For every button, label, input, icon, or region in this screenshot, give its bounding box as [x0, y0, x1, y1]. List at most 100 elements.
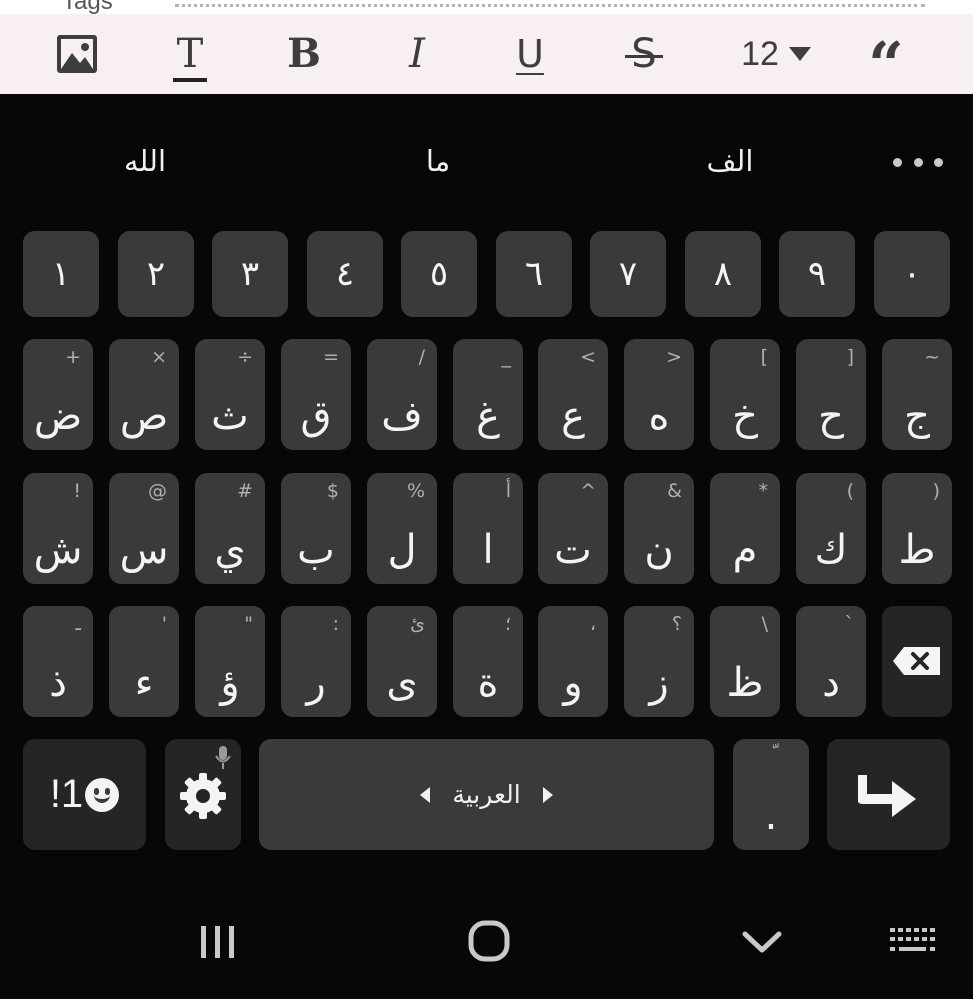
settings-key[interactable] — [165, 739, 241, 850]
key-hint: أ — [505, 480, 511, 502]
letter-key[interactable]: ] ح — [796, 339, 866, 450]
letter-key[interactable]: = ق — [281, 339, 351, 450]
key-label: س — [119, 527, 169, 573]
key-hint: " — [244, 613, 253, 635]
letter-key[interactable]: < ع — [538, 339, 608, 450]
image-icon — [57, 35, 97, 73]
letter-key[interactable]: ` د — [796, 606, 866, 717]
key-hint: ' — [161, 613, 167, 635]
mic-icon — [215, 746, 231, 769]
quote-icon: “ — [868, 28, 904, 101]
number-key[interactable]: ٦ — [496, 231, 572, 317]
letter-key[interactable]: > ه — [624, 339, 694, 450]
enter-icon — [858, 775, 916, 817]
period-key[interactable]: ّ . — [733, 739, 809, 850]
letter-key[interactable]: (ك — [796, 473, 866, 584]
letter-key[interactable]: @ س — [109, 473, 179, 584]
letter-key[interactable]: :ر — [281, 606, 351, 717]
letter-key[interactable]: × ص — [109, 339, 179, 450]
letter-key[interactable]: ~ ج — [882, 339, 952, 450]
nav-recents-button[interactable] — [193, 920, 243, 964]
key-hint: [ — [760, 346, 768, 368]
letter-key[interactable]: _ غ — [453, 339, 523, 450]
suggestion-1[interactable]: الله — [45, 136, 245, 186]
bold-icon: B — [287, 30, 321, 77]
suggestion-3[interactable]: الف — [630, 136, 830, 186]
letter-key[interactable]: ! ش — [23, 473, 93, 584]
recents-icon — [201, 926, 234, 958]
letter-key[interactable]: / ف — [367, 339, 437, 450]
gear-icon — [180, 773, 226, 819]
key-label: ٥ — [429, 254, 449, 294]
strikethrough-button[interactable]: S — [612, 28, 676, 80]
letter-key[interactable]: \ ظ — [710, 606, 780, 717]
number-key[interactable]: ٠ — [874, 231, 950, 317]
letter-key[interactable]: + ض — [23, 339, 93, 450]
letter-key[interactable]: ـذ — [23, 606, 93, 717]
bold-button[interactable]: B — [272, 28, 336, 80]
tags-field[interactable]: Tags — [0, 0, 973, 14]
quote-button[interactable]: “ — [854, 28, 918, 96]
key-hint: _ — [501, 346, 512, 368]
insert-image-button[interactable] — [45, 28, 109, 80]
key-label: ث — [211, 393, 249, 439]
letter-key[interactable]: % ل — [367, 473, 437, 584]
italic-icon: I — [409, 31, 425, 77]
letter-key[interactable]: ؟ ز — [624, 606, 694, 717]
key-label: ص — [119, 393, 169, 439]
caret-right-icon — [542, 786, 553, 803]
number-key[interactable]: ٥ — [401, 231, 477, 317]
text-style-button[interactable]: T — [158, 28, 222, 82]
space-bar[interactable]: العربية — [259, 739, 714, 850]
key-label: ب — [297, 527, 335, 573]
letter-key[interactable]: ئى — [367, 606, 437, 717]
number-key[interactable]: ٢ — [118, 231, 194, 317]
number-key[interactable]: ٤ — [307, 231, 383, 317]
key-label: ٣ — [240, 254, 260, 294]
suggestion-2[interactable]: ما — [338, 136, 538, 186]
letter-key[interactable]: $ ب — [281, 473, 351, 584]
letter-key[interactable]: أا — [453, 473, 523, 584]
key-hint: & — [667, 480, 682, 502]
enter-key[interactable] — [827, 739, 950, 850]
strikethrough-icon: S — [625, 31, 664, 77]
key-label: ت — [554, 527, 592, 573]
letter-key[interactable]: * م — [710, 473, 780, 584]
key-hint: ÷ — [237, 346, 253, 368]
number-key[interactable]: ٧ — [590, 231, 666, 317]
period-key-label: . — [764, 793, 778, 839]
number-key[interactable]: ١ — [23, 231, 99, 317]
letter-key[interactable]: " ؤ — [195, 606, 265, 717]
number-key[interactable]: ٨ — [685, 231, 761, 317]
key-label: ل — [387, 527, 417, 573]
number-key[interactable]: ٣ — [212, 231, 288, 317]
key-label: ا — [482, 527, 494, 573]
letter-key[interactable]: ) ط — [882, 473, 952, 584]
home-icon — [468, 920, 510, 962]
font-size-value: 12 — [741, 34, 779, 73]
key-label: ؤ — [220, 660, 240, 706]
letter-key[interactable]: & ن — [624, 473, 694, 584]
letter-key[interactable]: ، و — [538, 606, 608, 717]
letter-key[interactable]: ؛ ة — [453, 606, 523, 717]
key-label: ٤ — [335, 254, 355, 294]
letter-key[interactable]: # ي — [195, 473, 265, 584]
backspace-key[interactable] — [882, 606, 952, 717]
letter-key[interactable]: ÷ ث — [195, 339, 265, 450]
more-icon[interactable] — [893, 145, 943, 179]
letter-key[interactable]: [خ — [710, 339, 780, 450]
italic-button[interactable]: I — [385, 28, 449, 80]
key-hint: ! — [73, 480, 81, 502]
underline-button[interactable]: U — [498, 28, 562, 80]
key-label: خ — [732, 393, 758, 439]
nav-keyboard-switch-button[interactable] — [887, 925, 939, 957]
number-key[interactable]: ٩ — [779, 231, 855, 317]
letter-key[interactable]: ^ ت — [538, 473, 608, 584]
font-size-dropdown[interactable]: 12 — [726, 28, 826, 80]
nav-home-button[interactable] — [465, 918, 515, 966]
nav-hide-keyboard-button[interactable] — [738, 922, 788, 962]
symbols-emoji-key[interactable]: !1 — [23, 739, 146, 850]
letter-key[interactable]: ' ء — [109, 606, 179, 717]
key-hint: ؛ — [504, 613, 511, 635]
key-hint: = — [323, 346, 339, 368]
